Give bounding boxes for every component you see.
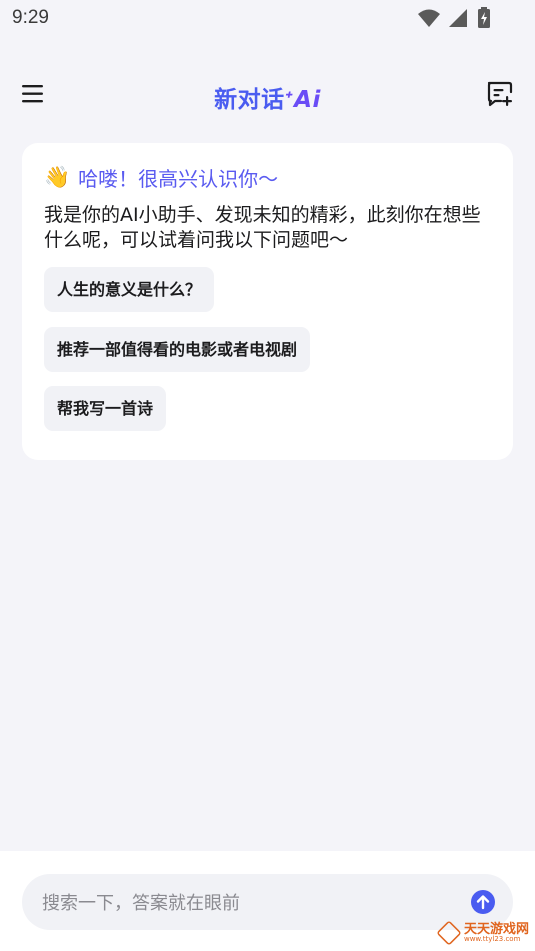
page-title-text: 新对话 xyxy=(214,87,285,113)
suggestion-chip[interactable]: 人生的意义是什么？ xyxy=(44,267,215,312)
header: 新对话ᐩAi xyxy=(0,70,535,118)
page-title: 新对话ᐩAi xyxy=(0,80,535,114)
new-chat-button[interactable] xyxy=(485,79,515,109)
greeting-text: 哈喽！很高兴认识你～ xyxy=(78,167,279,191)
status-time: 9:29 xyxy=(12,7,49,28)
watermark-url: www.ttyl23.com xyxy=(463,935,521,943)
watermark: 天天游戏网 www.ttyl23.com xyxy=(436,920,529,946)
new-chat-icon xyxy=(487,81,513,107)
suggestion-chip[interactable]: 帮我写一首诗 xyxy=(44,386,167,431)
battery-icon xyxy=(478,7,490,28)
input-bar: 天天游戏网 www.ttyl23.com xyxy=(0,851,535,951)
signal-icon xyxy=(449,9,467,27)
greeting: 👋 哈喽！很高兴认识你～ xyxy=(44,163,278,192)
welcome-card: 👋 哈喽！很高兴认识你～ 我是你的AI小助手、发现未知的精彩，此刻你在想些什么呢… xyxy=(22,143,513,460)
intro-text: 我是你的AI小助手、发现未知的精彩，此刻你在想些什么呢，可以试着问我以下问题吧～ xyxy=(44,204,481,251)
search-input[interactable] xyxy=(40,874,464,932)
page-title-ai: ᐩAi xyxy=(284,87,321,113)
watermark-logo-icon xyxy=(436,920,462,946)
suggestion-chip[interactable]: 推荐一部值得看的电影或者电视剧 xyxy=(44,327,311,372)
arrow-up-icon xyxy=(476,895,490,910)
waving-hand-icon: 👋 xyxy=(44,165,71,189)
wifi-icon xyxy=(418,9,440,27)
watermark-text: 天天游戏网 www.ttyl23.com xyxy=(464,923,529,943)
status-bar: 9:29 xyxy=(0,0,535,38)
send-button[interactable] xyxy=(471,890,495,914)
